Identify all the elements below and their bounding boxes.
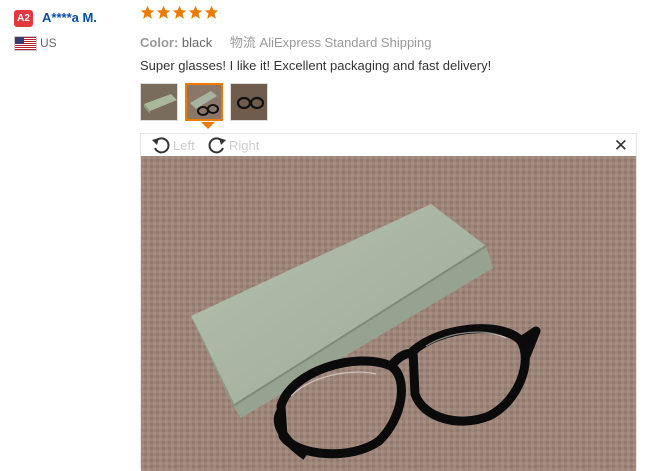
review-thumbnails (140, 83, 268, 121)
shipping-label: 物流 (229, 35, 256, 50)
star-icon (188, 5, 203, 19)
rotate-left-icon (152, 137, 170, 154)
image-viewer: Left Right ✕ (140, 133, 637, 471)
thumbnail-case-glasses[interactable] (185, 83, 223, 121)
rotate-left-label: Left (173, 137, 195, 153)
star-icon (156, 5, 171, 19)
us-flag-icon (14, 36, 37, 51)
rotate-right-label: Right (229, 137, 260, 153)
star-icon (140, 5, 155, 19)
thumbnail-case-closed[interactable] (140, 83, 178, 121)
reviewer-name: A****a M. (42, 10, 97, 25)
rotate-right-button[interactable]: Right (207, 135, 259, 155)
review-text: Super glasses! I like it! Excellent pack… (140, 58, 492, 73)
star-icon (204, 5, 219, 19)
review-photo (141, 156, 636, 471)
rotate-right-icon (208, 137, 226, 154)
color-label: Color: (140, 35, 179, 50)
rotate-left-button[interactable]: Left (151, 135, 195, 155)
thumbnail-glasses[interactable] (230, 83, 268, 121)
star-icon (172, 5, 187, 19)
order-meta: Color: black 物流 AliExpress Standard Ship… (140, 32, 432, 51)
star-rating (140, 5, 219, 20)
color-value: black (181, 35, 213, 50)
shipping-value: AliExpress Standard Shipping (259, 35, 432, 50)
viewer-toolbar: Left Right ✕ (141, 134, 636, 156)
reviewer-level-badge: A2 (14, 10, 33, 27)
close-viewer-button[interactable]: ✕ (614, 136, 628, 156)
reviewer-country: US (40, 36, 57, 50)
active-thumbnail-pointer (201, 122, 215, 129)
